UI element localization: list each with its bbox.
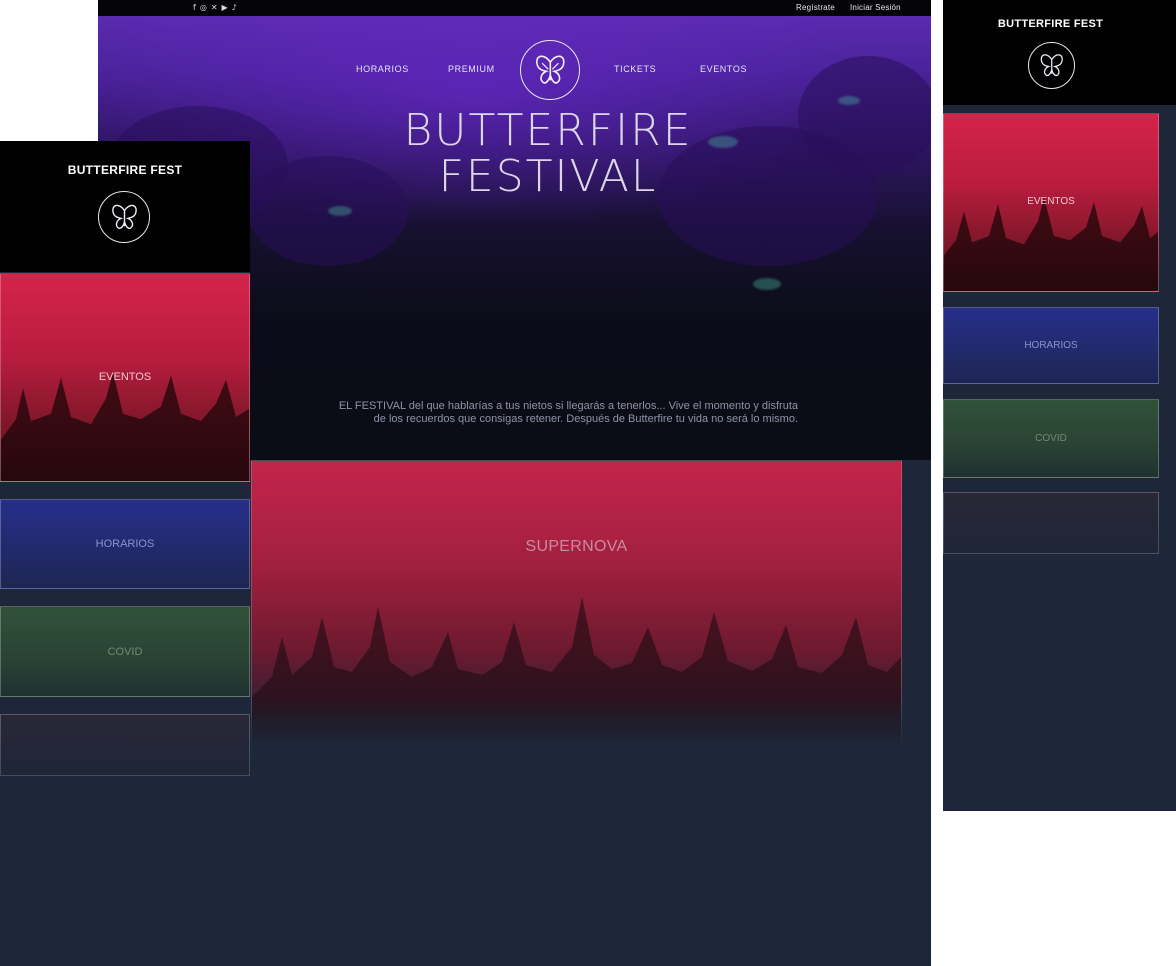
card-covid-label: COVID (107, 646, 143, 658)
supernova-label: SUPERNOVA (525, 538, 628, 555)
card-eventos-label: EVENTOS (98, 371, 152, 383)
nav-premium[interactable]: PREMIUM (448, 64, 495, 74)
butterfly-logo-icon[interactable] (520, 40, 580, 100)
facebook-icon[interactable]: f (193, 2, 196, 14)
top-bar: f ◎ ✕ ▶ ♪ Regístrate Iniciar Sesión (98, 0, 931, 16)
card-horarios-label: HORARIOS (95, 538, 155, 550)
youtube-icon[interactable]: ▶ (222, 2, 228, 14)
nav-eventos[interactable]: EVENTOS (700, 64, 747, 74)
instagram-icon[interactable]: ◎ (200, 2, 207, 14)
brand-name: BUTTERFIRE FEST (997, 18, 1104, 30)
card-covid[interactable]: COVID (943, 399, 1159, 478)
hero-title-line1: BUTTERFIRE (403, 105, 693, 156)
nav-tickets[interactable]: TICKETS (614, 64, 656, 74)
brand-name: BUTTERFIRE FEST (67, 163, 183, 177)
card-covid[interactable]: COVID (0, 606, 250, 697)
twitter-icon[interactable]: ✕ (211, 2, 218, 14)
bottom-fade (943, 480, 1176, 811)
intro-line1: EL FESTIVAL del que hablarías a tus niet… (338, 400, 798, 412)
hero-title-line2: FESTIVAL (438, 151, 658, 202)
hero-title: BUTTERFIRE FESTIVAL (388, 108, 708, 200)
card-covid-label: COVID (1035, 433, 1067, 444)
tiktok-icon[interactable]: ♪ (232, 2, 237, 14)
mobile-preview-right: BUTTERFIRE FEST EVENTOS HORARIOS COVID (943, 0, 1176, 811)
mobile-header: BUTTERFIRE FEST (943, 0, 1176, 105)
butterfly-logo-icon[interactable] (1028, 42, 1075, 89)
card-horarios-label: HORARIOS (1024, 340, 1078, 351)
login-link[interactable]: Iniciar Sesión (850, 3, 901, 12)
butterfly-logo-icon[interactable] (98, 191, 150, 243)
nav-horarios[interactable]: HORARIOS (356, 64, 409, 74)
mobile-header: BUTTERFIRE FEST (0, 141, 250, 272)
card-horarios[interactable]: HORARIOS (943, 307, 1159, 384)
card-eventos[interactable]: EVENTOS (943, 113, 1159, 292)
mobile-preview-left: BUTTERFIRE FEST EVENTOS HORARIOS COVID (0, 141, 250, 966)
bottom-fade (0, 701, 250, 966)
card-horarios[interactable]: HORARIOS (0, 499, 250, 589)
social-links: f ◎ ✕ ▶ ♪ (193, 2, 237, 14)
card-eventos[interactable]: EVENTOS (0, 273, 250, 482)
register-link[interactable]: Regístrate (796, 3, 835, 12)
intro-paragraph: EL FESTIVAL del que hablarías a tus niet… (298, 400, 798, 426)
intro-line2: de los recuerdos que consigas retener. D… (373, 413, 798, 425)
card-eventos-label: EVENTOS (1027, 196, 1075, 207)
